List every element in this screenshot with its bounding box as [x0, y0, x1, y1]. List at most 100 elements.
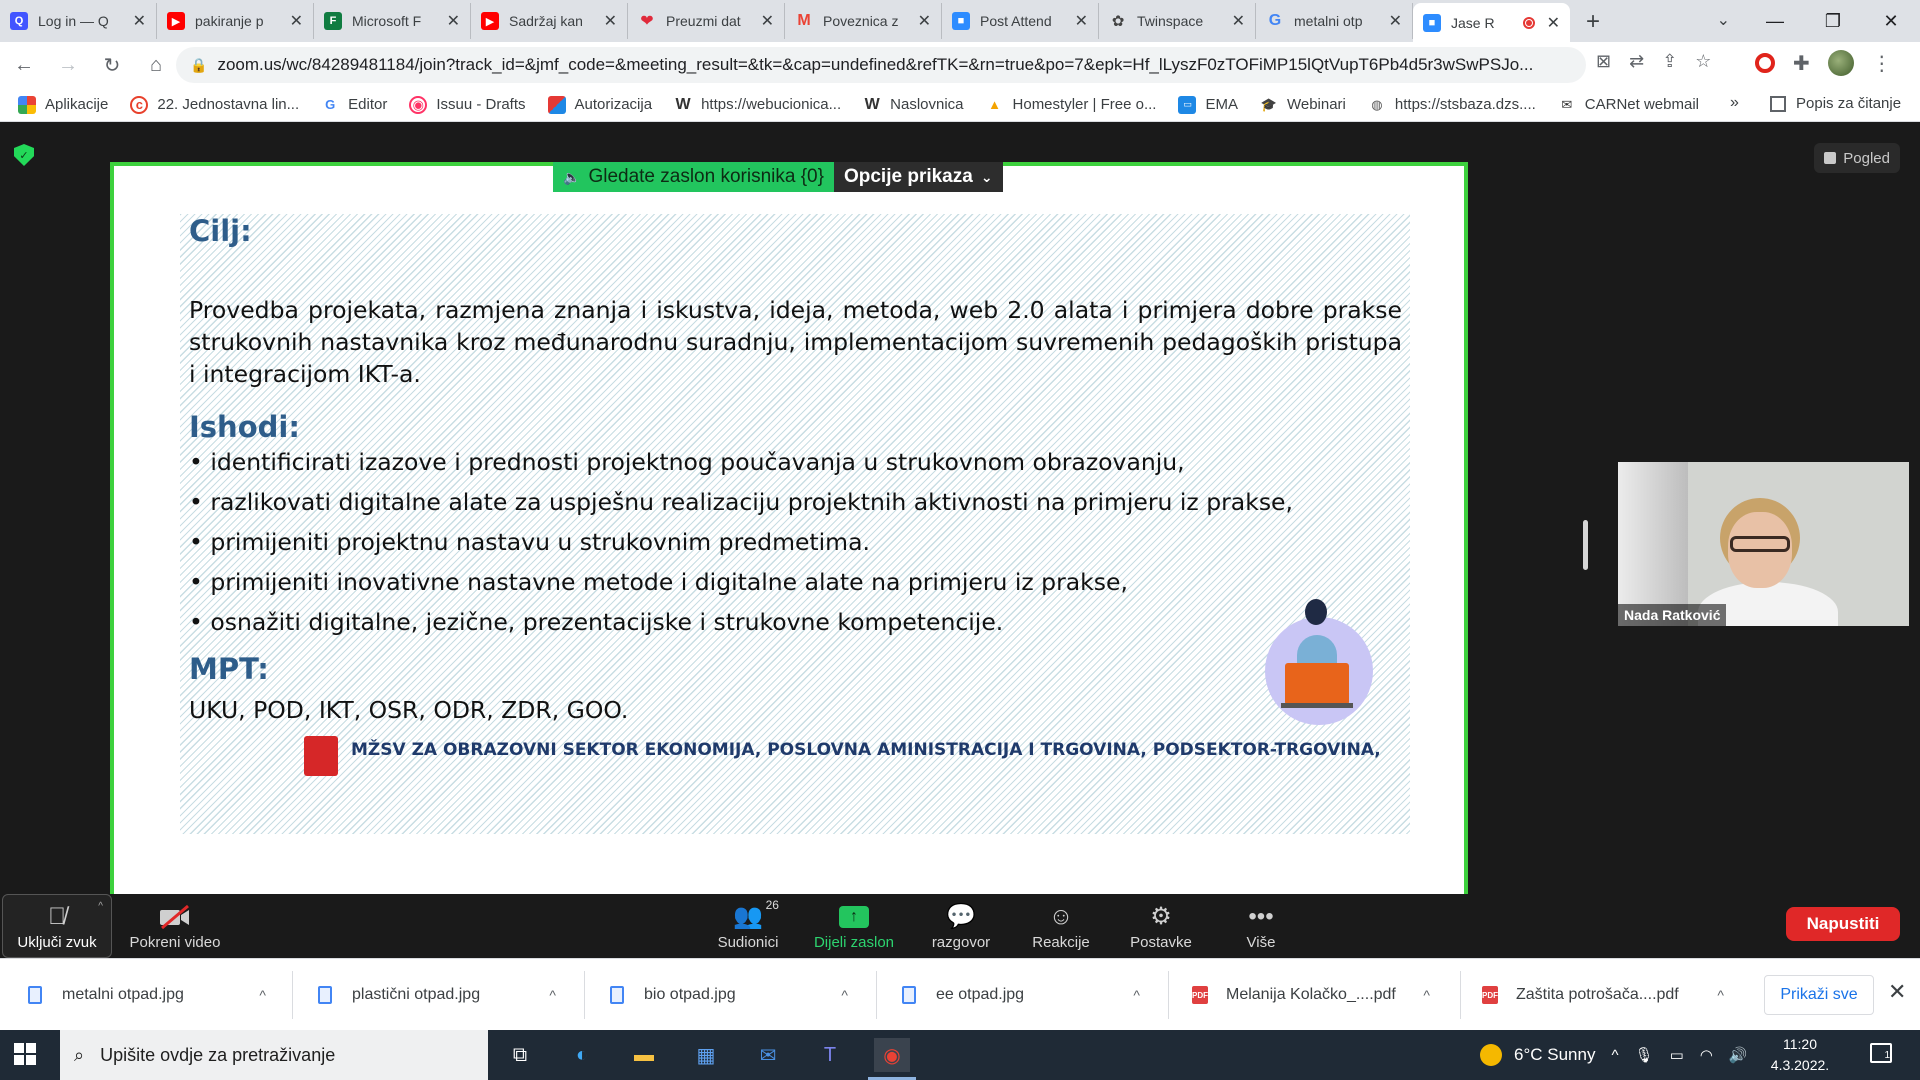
- file-explorer-icon[interactable]: ▬: [626, 1038, 662, 1072]
- close-window-icon[interactable]: ✕: [1862, 0, 1920, 42]
- more-button[interactable]: ••• Više: [1216, 894, 1306, 958]
- bookmark-item[interactable]: G Editor: [321, 96, 387, 114]
- maximize-icon[interactable]: ❐: [1804, 0, 1862, 42]
- close-tab-icon[interactable]: ✕: [1232, 11, 1245, 31]
- close-tab-icon[interactable]: ✕: [1389, 11, 1402, 31]
- chevron-up-icon[interactable]: ^: [549, 987, 556, 1003]
- notification-center-icon[interactable]: 1: [1870, 1043, 1892, 1063]
- download-item[interactable]: ee otpad.jpg ^: [902, 959, 1152, 1031]
- close-tab-icon[interactable]: ✕: [1547, 13, 1560, 33]
- home-icon[interactable]: ⌂: [136, 45, 176, 85]
- bookmarks-overflow-icon[interactable]: »: [1730, 94, 1739, 112]
- translate-icon[interactable]: ⇄: [1629, 51, 1644, 72]
- reload-icon[interactable]: ↻: [92, 45, 132, 85]
- menu-kebab-icon[interactable]: ⋮: [1872, 51, 1892, 76]
- bookmark-item[interactable]: 🎓 Webinari: [1260, 96, 1346, 114]
- bookmark-item[interactable]: ▲ Homestyler | Free o...: [986, 96, 1156, 114]
- forward-icon[interactable]: →: [48, 45, 88, 85]
- windows-start-icon[interactable]: [14, 1043, 36, 1065]
- bookmark-label: Webinari: [1286, 96, 1346, 113]
- wifi-icon[interactable]: ◠: [1700, 1046, 1713, 1064]
- chevron-up-icon[interactable]: ^: [1717, 987, 1724, 1003]
- settings-button[interactable]: ⚙ Postavke: [1116, 894, 1206, 958]
- browser-tab[interactable]: F Microsoft F ✕: [314, 3, 471, 39]
- bookmark-item[interactable]: W https://webucionica...: [674, 96, 842, 114]
- browser-tab[interactable]: Q Log in — Q ✕: [0, 3, 157, 39]
- chevron-up-icon[interactable]: ^: [1423, 987, 1430, 1003]
- browser-tab-active[interactable]: ■ Jase R ✕: [1413, 3, 1570, 42]
- participant-video-tile[interactable]: Nada Ratković: [1618, 462, 1909, 626]
- tab-search-icon[interactable]: ⌄: [1717, 10, 1730, 30]
- download-item[interactable]: PDF Zaštita potrošača....pdf ^: [1482, 959, 1736, 1031]
- bookmark-star-icon[interactable]: ☆: [1695, 51, 1711, 72]
- mic-tray-icon[interactable]: 🎙: [1635, 1046, 1654, 1064]
- close-downloads-icon[interactable]: ✕: [1888, 979, 1906, 1005]
- close-tab-icon[interactable]: ✕: [604, 11, 617, 31]
- chevron-up-icon[interactable]: ^: [1133, 987, 1140, 1003]
- extensions-icon[interactable]: ✚: [1793, 51, 1810, 76]
- bookmark-item[interactable]: ✉ CARNet webmail: [1558, 96, 1699, 114]
- download-item[interactable]: plastični otpad.jpg ^: [318, 959, 568, 1031]
- share-screen-button[interactable]: ↑ Dijeli zaslon: [804, 894, 904, 958]
- close-tab-icon[interactable]: ✕: [1075, 11, 1088, 31]
- browser-tab[interactable]: ▶ pakiranje p ✕: [157, 3, 314, 39]
- teams-icon[interactable]: T: [812, 1038, 848, 1072]
- browser-tab[interactable]: ▶ Sadržaj kan ✕: [471, 3, 628, 39]
- download-item[interactable]: bio otpad.jpg ^: [610, 959, 860, 1031]
- gallery-resize-handle[interactable]: [1583, 520, 1588, 570]
- address-bar[interactable]: 🔒 zoom.us/wc/84289481184/join?track_id=&…: [176, 47, 1586, 83]
- tray-chevron-icon[interactable]: ^: [1611, 1047, 1618, 1064]
- chrome-icon[interactable]: ◉: [868, 1038, 916, 1080]
- lock-icon[interactable]: 🔒: [190, 57, 207, 74]
- edge-icon[interactable]: ◐: [564, 1038, 600, 1072]
- volume-icon[interactable]: 🔊: [1729, 1046, 1748, 1064]
- show-all-downloads-button[interactable]: Prikaži sve: [1764, 975, 1874, 1015]
- view-button[interactable]: Pogled: [1814, 143, 1900, 173]
- bookmark-item[interactable]: Aplikacije: [18, 95, 108, 114]
- leave-meeting-button[interactable]: Napustiti: [1786, 907, 1900, 941]
- reactions-button[interactable]: ☺ Reakcije: [1016, 894, 1106, 958]
- close-tab-icon[interactable]: ✕: [290, 11, 303, 31]
- profile-avatar[interactable]: [1827, 50, 1854, 76]
- camera-blocked-icon[interactable]: ⊠: [1596, 51, 1611, 72]
- new-tab-icon[interactable]: +: [1586, 8, 1600, 36]
- weather-text[interactable]: 6°C Sunny: [1514, 1045, 1595, 1065]
- participants-button[interactable]: 👥 26 Sudionici: [708, 894, 788, 958]
- download-item[interactable]: metalni otpad.jpg ^: [28, 959, 278, 1031]
- chat-button[interactable]: 💬 razgovor: [916, 894, 1006, 958]
- unmute-button[interactable]: ^ 🎙̸ Uključi zvuk: [2, 894, 112, 958]
- store-icon[interactable]: ▦: [688, 1038, 724, 1072]
- browser-tab[interactable]: M Poveznica z ✕: [785, 3, 942, 39]
- taskbar-search[interactable]: ⌕ Upišite ovdje za pretraživanje: [60, 1030, 488, 1080]
- minimize-icon[interactable]: —: [1746, 0, 1804, 42]
- opera-icon[interactable]: [1755, 53, 1775, 73]
- bookmark-item[interactable]: c 22. Jednostavna lin...: [130, 95, 299, 114]
- close-tab-icon[interactable]: ✕: [918, 11, 931, 31]
- view-options-dropdown[interactable]: Opcije prikaza ⌄: [833, 162, 1003, 192]
- audio-options-caret-icon[interactable]: ^: [98, 901, 103, 912]
- bookmark-item[interactable]: ◉ Issuu - Drafts: [409, 95, 526, 114]
- browser-tab[interactable]: ❤ Preuzmi dat ✕: [628, 3, 785, 39]
- start-video-button[interactable]: Pokreni video: [120, 894, 230, 958]
- reading-list-button[interactable]: Popis za čitanje: [1770, 95, 1901, 112]
- close-tab-icon[interactable]: ✕: [447, 11, 460, 31]
- browser-tab[interactable]: G metalni otp ✕: [1256, 3, 1413, 39]
- close-tab-icon[interactable]: ✕: [761, 11, 774, 31]
- browser-tab[interactable]: ✿ Twinspace ✕: [1099, 3, 1256, 39]
- security-shield-icon[interactable]: ✓: [14, 144, 34, 166]
- battery-icon[interactable]: ▭: [1670, 1046, 1684, 1064]
- share-icon[interactable]: ⇪: [1662, 51, 1677, 72]
- mail-app-icon[interactable]: ✉: [750, 1038, 786, 1072]
- bookmark-item[interactable]: W Naslovnica: [863, 96, 964, 114]
- chevron-up-icon[interactable]: ^: [841, 987, 848, 1003]
- bookmark-item[interactable]: Autorizacija: [547, 95, 652, 114]
- back-icon[interactable]: ←: [4, 45, 44, 85]
- close-tab-icon[interactable]: ✕: [133, 11, 146, 31]
- bookmark-item[interactable]: ◍ https://stsbaza.dzs....: [1368, 96, 1536, 114]
- bookmark-item[interactable]: ▭ EMA: [1178, 95, 1238, 114]
- chevron-up-icon[interactable]: ^: [259, 987, 266, 1003]
- task-view-icon[interactable]: ⧉: [502, 1038, 538, 1072]
- download-item[interactable]: PDF Melanija Kolačko_....pdf ^: [1192, 959, 1442, 1031]
- browser-tab[interactable]: ■ Post Attend ✕: [942, 3, 1099, 39]
- taskbar-clock[interactable]: 11:20 4.3.2022.: [1760, 1034, 1840, 1076]
